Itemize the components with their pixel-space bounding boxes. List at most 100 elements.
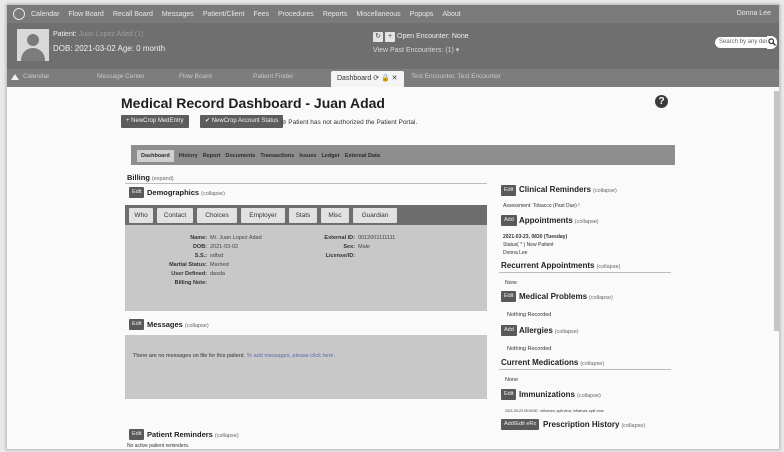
menu-messages[interactable]: Messages	[162, 11, 194, 18]
nav-issues[interactable]: Issues	[299, 153, 316, 159]
tab-patient-finder[interactable]: Patient Finder	[253, 73, 293, 80]
appointments-add-button[interactable]: Add	[501, 215, 517, 226]
collapse-header-icon[interactable]	[11, 74, 19, 80]
clinical-reminders-title: Clinical Reminders (collapse)	[519, 185, 617, 194]
tab-encounter[interactable]: Test Encounter, Test Encounter	[411, 73, 501, 80]
newcrop-medentry-button[interactable]: + NewCrop MedEntry	[121, 115, 189, 128]
medications-collapse-link[interactable]: (collapse)	[580, 361, 604, 367]
user-defined-label: User Defined:	[171, 271, 207, 277]
appointment-provider: Donna Lee	[503, 250, 528, 256]
patient-search-input[interactable]: Search by any demographics	[715, 37, 769, 48]
tab-controls-icons[interactable]: ⟳ 🔒 ✕	[373, 75, 397, 82]
new-encounter-plus-icon[interactable]: +	[385, 32, 395, 42]
medical-problems-edit-button[interactable]: Edit	[501, 291, 517, 302]
user-defined-value: dasda	[210, 271, 225, 277]
allergies-collapse-link[interactable]: (collapse)	[555, 329, 579, 335]
newcrop-account-status-button[interactable]: ✔ NewCrop Account Status	[200, 115, 284, 128]
messages-edit-button[interactable]: Edit	[129, 319, 145, 330]
immunizations-collapse-link[interactable]: (collapse)	[577, 393, 601, 399]
divider	[125, 183, 487, 184]
menu-reports[interactable]: Reports	[323, 11, 348, 18]
menu-recall-board[interactable]: Recall Board	[113, 11, 153, 18]
menu-calendar[interactable]: Calendar	[31, 11, 59, 18]
tab-calendar[interactable]: Calendar	[23, 73, 49, 80]
nav-external-data[interactable]: External Data	[345, 153, 380, 159]
nav-documents[interactable]: Documents	[225, 153, 255, 159]
reminders-collapse-link[interactable]: (collapse)	[215, 433, 239, 439]
billing-expand-link[interactable]: (expand)	[152, 176, 174, 182]
medications-none-text: None	[505, 377, 519, 383]
patient-name-line: Patient: Juan Lopez Adad (1)	[53, 31, 143, 38]
marital-value: Married	[210, 262, 229, 268]
openemr-logo-icon[interactable]	[13, 8, 25, 20]
current-user-menu[interactable]: Donna Lee	[737, 10, 771, 17]
prescription-collapse-link[interactable]: (collapse)	[621, 423, 645, 429]
ss-value: sdfsd	[210, 253, 224, 259]
portal-note: ⊘ Patient has not authorized the Patient…	[281, 119, 418, 126]
tab-flow-board[interactable]: Flow Board	[179, 73, 212, 80]
tab-employer[interactable]: Employer	[241, 208, 285, 223]
tab-contact[interactable]: Contact	[157, 208, 193, 223]
clinical-reminders-title-text: Clinical Reminders	[519, 185, 592, 194]
menu-patient-client[interactable]: Patient/Client	[203, 11, 245, 18]
menu-procedures[interactable]: Procedures	[278, 11, 314, 18]
nav-ledger[interactable]: Ledger	[321, 153, 339, 159]
recurrent-collapse-link[interactable]: (collapse)	[597, 264, 621, 270]
immunizations-edit-button[interactable]: Edit	[501, 389, 517, 400]
demographics-edit-button[interactable]: Edit	[129, 187, 145, 198]
past-encounters-dropdown[interactable]: View Past Encounters: (1) ▾	[373, 46, 459, 54]
tab-guardian[interactable]: Guardian	[353, 208, 397, 223]
immunization-record: 2021-03-23 00:00:00 - influenza, split v…	[505, 409, 604, 413]
appointment-date[interactable]: 2021-03-23, 0830 (Tuesday)	[503, 234, 567, 240]
patient-reminders-title: Patient Reminders (collapse)	[147, 430, 239, 439]
menu-miscellaneous[interactable]: Miscellaneous	[356, 11, 400, 18]
search-icon	[768, 38, 776, 46]
clinical-reminders-edit-button[interactable]: Edit	[501, 185, 517, 196]
tab-who[interactable]: Who	[129, 208, 153, 223]
avatar-body-shape	[21, 48, 45, 61]
prescription-history-title-text: Prescription History	[543, 420, 620, 429]
medical-problems-collapse-link[interactable]: (collapse)	[589, 295, 613, 301]
page-scrollbar[interactable]	[774, 91, 779, 331]
immunizations-title: Immunizations (collapse)	[519, 390, 601, 399]
menu-about[interactable]: About	[442, 11, 460, 18]
demographics-collapse-link[interactable]: (collapse)	[201, 191, 225, 197]
patient-dob-age: DOB: 2021-03-02 Age: 0 month	[53, 44, 166, 53]
help-icon[interactable]: ?	[655, 95, 668, 108]
billing-section-title[interactable]: Billing (expand)	[127, 173, 174, 182]
name-label: Name:	[190, 235, 207, 241]
tab-message-center[interactable]: Message Center	[97, 73, 145, 80]
open-encounter-status: Open Encounter: None	[397, 33, 469, 40]
search-button[interactable]	[767, 36, 777, 49]
reminders-edit-button[interactable]: Edit	[129, 429, 145, 440]
patient-avatar	[17, 29, 49, 61]
prescription-add-edit-erx-button[interactable]: Add/Edit eRx	[501, 419, 540, 430]
divider	[499, 272, 671, 273]
demographics-title: Demographics (collapse)	[147, 188, 225, 197]
nav-dashboard[interactable]: Dashboard	[137, 149, 174, 162]
nav-report[interactable]: Report	[203, 153, 221, 159]
allergies-add-button[interactable]: Add	[501, 325, 517, 336]
patient-label: Patient:	[53, 31, 77, 38]
tab-misc[interactable]: Misc	[321, 208, 349, 223]
billing-title: Billing	[127, 173, 150, 182]
refresh-encounter-icon[interactable]: ↻	[373, 32, 383, 42]
add-messages-link[interactable]: To add messages, please click here.	[246, 353, 335, 359]
messages-collapse-link[interactable]: (collapse)	[185, 323, 209, 329]
appointments-collapse-link[interactable]: (collapse)	[575, 219, 599, 225]
billing-note-label: Billing Note:	[174, 280, 207, 286]
nav-history[interactable]: History	[179, 153, 198, 159]
page-title: Medical Record Dashboard - Juan Adad	[121, 95, 385, 111]
tab-dashboard-active[interactable]: Dashboard ⟳ 🔒 ✕	[331, 71, 404, 87]
allergies-empty: Nothing Recorded	[507, 346, 552, 352]
menu-flow-board[interactable]: Flow Board	[68, 11, 103, 18]
clinical-reminders-collapse-link[interactable]: (collapse)	[593, 188, 617, 194]
patient-name-link[interactable]: Juan Lopez Adad (1)	[79, 31, 144, 38]
tab-choices[interactable]: Choices	[197, 208, 237, 223]
marital-label: Marital Status:	[169, 262, 207, 268]
menu-popups[interactable]: Popups	[410, 11, 434, 18]
demographics-title-text: Demographics	[147, 188, 200, 197]
tab-stats[interactable]: Stats	[289, 208, 317, 223]
menu-fees[interactable]: Fees	[253, 11, 269, 18]
nav-transactions[interactable]: Transactions	[260, 153, 294, 159]
